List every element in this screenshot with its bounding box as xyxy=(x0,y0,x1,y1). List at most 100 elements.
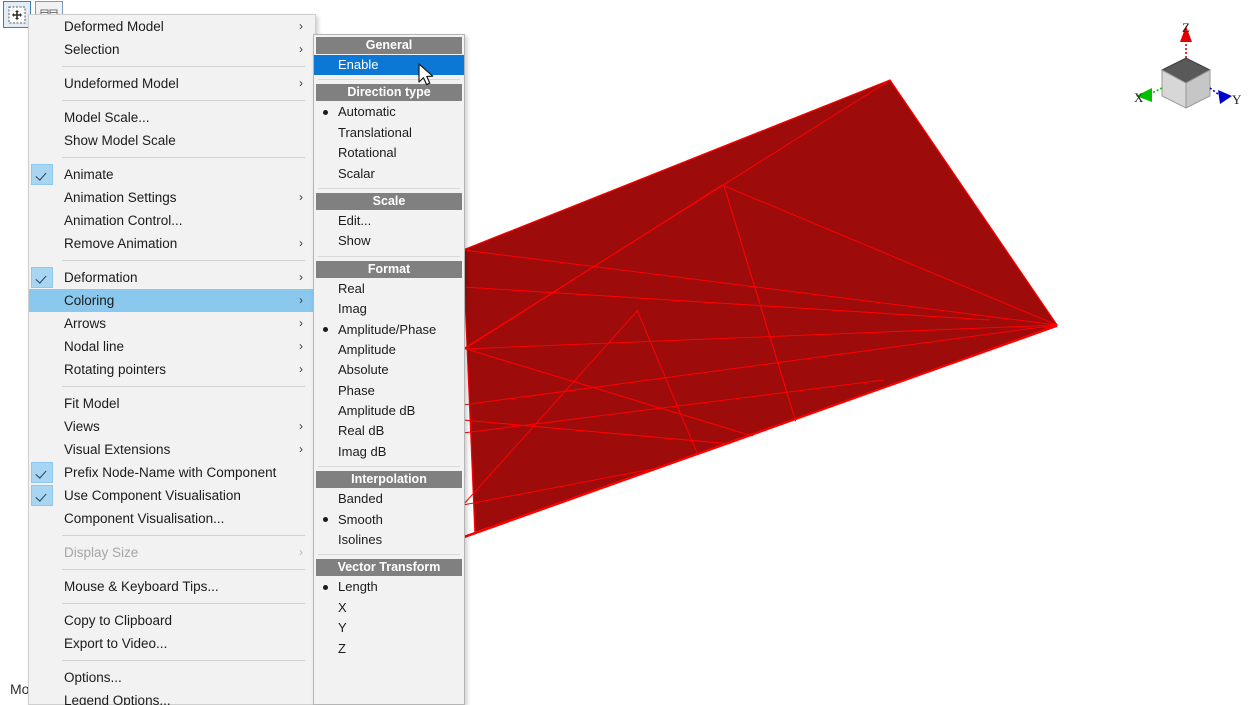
chevron-right-icon: › xyxy=(299,76,303,90)
menu-item-label: Coloring xyxy=(64,293,115,308)
chevron-right-icon: › xyxy=(299,190,303,204)
menu-item-use-component-visualisation[interactable]: Use Component Visualisation xyxy=(29,484,315,507)
menu-item-prefix-node-name-with-component[interactable]: Prefix Node-Name with Component xyxy=(29,461,315,484)
menu-item-options[interactable]: Options... xyxy=(29,666,315,689)
menu-item-nodal-line[interactable]: Nodal line › xyxy=(29,335,315,358)
submenu-item-label: Amplitude xyxy=(338,341,396,357)
menu-item-coloring[interactable]: Coloring › xyxy=(29,289,315,312)
submenu-item-z[interactable]: Z xyxy=(314,639,464,659)
menu-item-views[interactable]: Views › xyxy=(29,415,315,438)
submenu-separator xyxy=(318,466,460,468)
submenu-item-label: Automatic xyxy=(338,104,396,120)
application-window: Z X Y Mo Deformed Model › Selection › Undefo… xyxy=(0,0,1255,705)
menu-item-mouse-keyboard-tips[interactable]: Mouse & Keyboard Tips... xyxy=(29,575,315,598)
menu-item-label: Selection xyxy=(64,42,120,57)
submenu-item-amplitude-phase[interactable]: Amplitude/Phase xyxy=(314,320,464,340)
submenu-item-amplitude[interactable]: Amplitude xyxy=(314,340,464,360)
submenu-item-real-db[interactable]: Real dB xyxy=(314,421,464,441)
submenu-item-edit[interactable]: Edit... xyxy=(314,211,464,231)
submenu-item-x[interactable]: X xyxy=(314,598,464,618)
check-icon xyxy=(31,164,53,185)
menu-item-selection[interactable]: Selection › xyxy=(29,38,315,61)
menu-item-label: Undeformed Model xyxy=(64,76,179,91)
axis-triad-svg xyxy=(1136,26,1232,109)
menu-item-export-to-video[interactable]: Export to Video... xyxy=(29,632,315,655)
menu-item-undeformed-model[interactable]: Undeformed Model › xyxy=(29,72,315,95)
chevron-right-icon: › xyxy=(299,419,303,433)
menu-item-component-visualisation[interactable]: Component Visualisation... xyxy=(29,507,315,530)
menu-item-label: Component Visualisation... xyxy=(64,511,225,526)
fit-model-button[interactable] xyxy=(3,1,31,28)
chevron-right-icon: › xyxy=(299,19,303,33)
submenu-item-label: Rotational xyxy=(338,145,397,161)
menu-item-label: Animation Control... xyxy=(64,213,183,228)
submenu-item-length[interactable]: Length xyxy=(314,577,464,597)
menu-item-legend-options[interactable]: Legend Options... xyxy=(29,689,315,705)
menu-item-label: Deformation xyxy=(64,270,138,285)
menu-item-rotating-pointers[interactable]: Rotating pointers › xyxy=(29,358,315,381)
submenu-item-translational[interactable]: Translational xyxy=(314,123,464,143)
submenu-item-label: Imag dB xyxy=(338,443,387,459)
menu-item-arrows[interactable]: Arrows › xyxy=(29,312,315,335)
menu-item-animate[interactable]: Animate xyxy=(29,163,315,186)
menu-separator xyxy=(62,386,305,387)
submenu-group-header: Vector Transform xyxy=(316,559,462,577)
submenu-item-rotational[interactable]: Rotational xyxy=(314,143,464,163)
menu-item-copy-to-clipboard[interactable]: Copy to Clipboard xyxy=(29,609,315,632)
submenu-item-y[interactable]: Y xyxy=(314,618,464,638)
cursor-arrow-icon xyxy=(418,63,434,86)
submenu-item-show[interactable]: Show xyxy=(314,231,464,251)
submenu-group-header: Direction type xyxy=(316,84,462,102)
submenu-item-label: Real xyxy=(338,280,365,296)
menu-item-label: Show Model Scale xyxy=(64,133,176,148)
submenu-item-label: Absolute xyxy=(338,362,389,378)
submenu-item-label: Amplitude/Phase xyxy=(338,321,437,337)
submenu-item-scalar[interactable]: Scalar xyxy=(314,164,464,184)
submenu-item-real[interactable]: Real xyxy=(314,279,464,299)
submenu-item-label: Show xyxy=(338,233,371,249)
menu-item-visual-extensions[interactable]: Visual Extensions › xyxy=(29,438,315,461)
submenu-item-banded[interactable]: Banded xyxy=(314,489,464,509)
coloring-submenu[interactable]: General Enable Direction type Automatic Tran… xyxy=(313,34,465,705)
menu-item-label: Animation Settings xyxy=(64,190,177,205)
check-icon xyxy=(31,267,53,288)
triad-label-z: Z xyxy=(1182,20,1190,35)
menu-item-label: Views xyxy=(64,419,100,434)
menu-item-label: Export to Video... xyxy=(64,636,168,651)
menu-item-remove-animation[interactable]: Remove Animation › xyxy=(29,232,315,255)
menu-item-label: Remove Animation xyxy=(64,236,178,251)
submenu-item-label: Y xyxy=(338,620,347,636)
menu-item-label: Nodal line xyxy=(64,339,125,354)
menu-item-label: Arrows xyxy=(64,316,107,331)
submenu-item-enable[interactable]: Enable xyxy=(314,55,464,76)
menu-separator xyxy=(62,100,305,101)
submenu-item-automatic[interactable]: Automatic xyxy=(314,102,464,122)
submenu-item-phase[interactable]: Phase xyxy=(314,381,464,401)
chevron-right-icon: › xyxy=(299,362,303,376)
triad-y-axis xyxy=(1209,87,1219,95)
menu-item-deformation[interactable]: Deformation › xyxy=(29,266,315,289)
mouse-cursor xyxy=(418,63,438,91)
display-context-menu[interactable]: Deformed Model › Selection › Undeformed Mode… xyxy=(28,14,316,705)
submenu-item-isolines[interactable]: Isolines xyxy=(314,530,464,550)
submenu-item-imag-db[interactable]: Imag dB xyxy=(314,442,464,462)
menu-item-deformed-model[interactable]: Deformed Model › xyxy=(29,15,315,38)
menu-separator xyxy=(62,569,305,570)
menu-item-fit-model[interactable]: Fit Model xyxy=(29,392,315,415)
submenu-group-header: General xyxy=(316,37,462,54)
submenu-item-amplitude-db[interactable]: Amplitude dB xyxy=(314,401,464,421)
submenu-item-smooth[interactable]: Smooth xyxy=(314,510,464,530)
menu-separator xyxy=(62,66,305,67)
chevron-right-icon: › xyxy=(299,339,303,353)
menu-item-animation-settings[interactable]: Animation Settings › xyxy=(29,186,315,209)
chevron-right-icon: › xyxy=(299,316,303,330)
submenu-separator xyxy=(318,187,460,189)
menu-item-show-model-scale[interactable]: Show Model Scale xyxy=(29,129,315,152)
chevron-right-icon: › xyxy=(299,236,303,250)
menu-item-model-scale[interactable]: Model Scale... xyxy=(29,106,315,129)
submenu-item-imag[interactable]: Imag xyxy=(314,299,464,319)
menu-separator xyxy=(62,660,305,661)
background-status-text: Mo xyxy=(10,681,30,697)
menu-item-animation-control[interactable]: Animation Control... xyxy=(29,209,315,232)
submenu-item-absolute[interactable]: Absolute xyxy=(314,360,464,380)
